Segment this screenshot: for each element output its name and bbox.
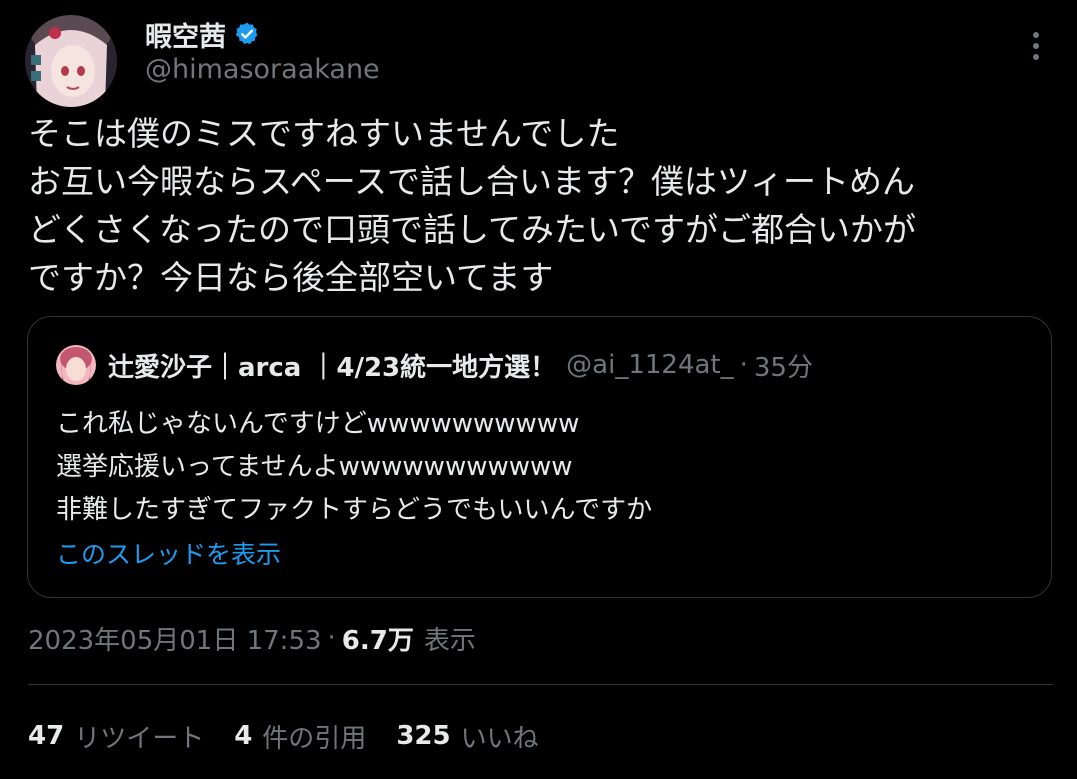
quote-header: 辻愛沙子｜arca ｜4/23統一地方選！ @ai_1124at_ · 35分 — [56, 343, 813, 387]
tweet-text: そこは僕のミスですねすいませんでした お互い今暇ならスペースで話し合います？僕は… — [28, 110, 1058, 302]
likes-label: いいね — [460, 723, 539, 754]
author-name-row: 暇空茜 — [145, 15, 260, 54]
verified-badge-icon — [234, 21, 260, 47]
tweet-text-line: どくさくなったので口頭で話してみたいですがご都合いかが — [28, 210, 917, 249]
tweet-text-line: そこは僕のミスですねすいませんでした — [28, 114, 620, 153]
quote-text: これ私じゃないんですけどwwwwwwwwww 選挙応援いってませんよwwwwww… — [56, 403, 652, 532]
tweet-detail: 暇空茜 @himasoraakane そこは僕のミスですねすいませんでした お互… — [0, 0, 1077, 779]
quotes-label: 件の引用 — [262, 723, 367, 754]
more-options-button[interactable] — [1018, 28, 1054, 64]
quote-separator: · — [739, 350, 748, 380]
quote-author-handle: @ai_1124at_ — [566, 350, 734, 380]
tweet-text-line: ですか？今日なら後全部空いてます — [28, 258, 554, 297]
quotes-stat[interactable]: 4 件の引用 — [234, 718, 366, 755]
views-label: 表示 — [423, 625, 476, 656]
likes-count: 325 — [396, 721, 451, 751]
tweet-text-line: お互い今暇ならスペースで話し合います？僕はツィートめん — [28, 162, 916, 201]
engagement-stats: 47 リツイート 4 件の引用 325 いいね — [28, 716, 569, 756]
show-thread-link[interactable]: このスレッドを表示 — [56, 535, 281, 571]
likes-stat[interactable]: 325 いいね — [396, 718, 538, 755]
quote-author-avatar — [56, 345, 96, 385]
meta-separator: · — [327, 623, 336, 653]
views-count: 6.7万 — [341, 625, 414, 656]
quote-text-line: 選挙応援いってませんよwwwwwwwwwww — [56, 452, 573, 482]
author-handle[interactable]: @himasoraakane — [145, 54, 380, 85]
tweet-meta: 2023年05月01日 17:53 · 6.7万 表示 — [28, 618, 476, 658]
more-options-icon — [1033, 32, 1039, 60]
divider — [28, 684, 1053, 685]
quote-text-line: これ私じゃないんですけどwwwwwwwwww — [56, 409, 580, 439]
quote-tweet-card[interactable]: 辻愛沙子｜arca ｜4/23統一地方選！ @ai_1124at_ · 35分 … — [27, 316, 1052, 598]
quotes-count: 4 — [234, 721, 253, 751]
retweets-label: リツイート — [74, 723, 205, 754]
quote-time: 35分 — [753, 352, 813, 383]
quote-author-name: 辻愛沙子｜arca ｜4/23統一地方選！ — [108, 352, 557, 383]
author-avatar[interactable] — [25, 15, 117, 107]
author-display-name[interactable]: 暇空茜 — [145, 15, 226, 54]
retweets-count: 47 — [28, 721, 65, 751]
tweet-timestamp[interactable]: 2023年05月01日 17:53 — [28, 620, 322, 657]
retweets-stat[interactable]: 47 リツイート — [28, 718, 204, 755]
quote-text-line: 非難したすぎてファクトすらどうでもいいんですか — [56, 495, 653, 525]
